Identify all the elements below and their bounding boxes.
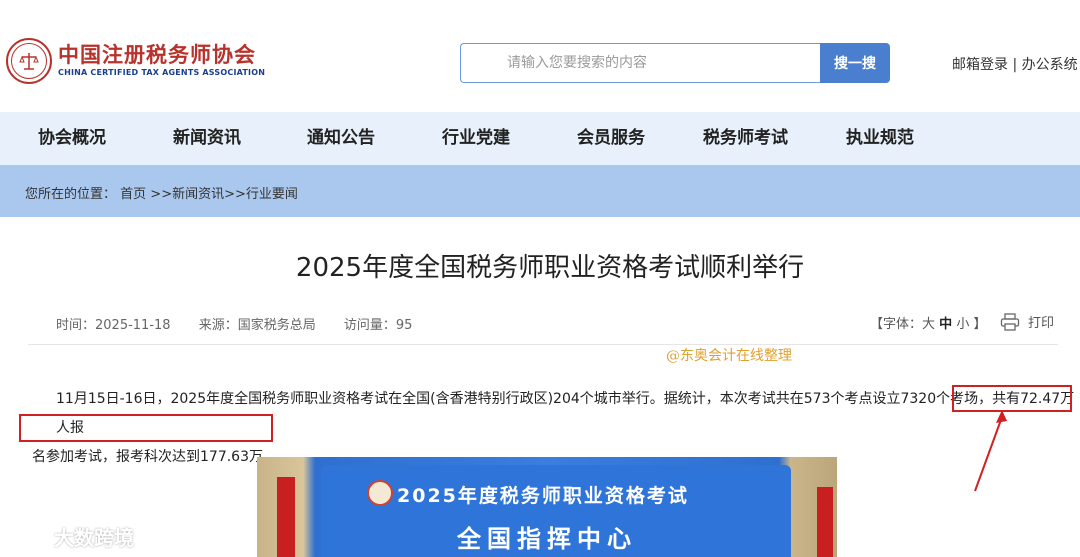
site-header: 中国注册税务师协会 CHINA CERTIFIED TAX AGENTS ASS… [0,0,1080,112]
nav-item-notices[interactable]: 通知公告 [307,112,375,165]
top-links: 邮箱登录 | 办公系统 [952,54,1078,74]
brand-logo-icon [10,528,46,545]
meta-divider [28,344,1058,345]
article-photo: 2025年度税务师职业资格考试 全国指挥中心 [257,457,837,557]
breadcrumb-prefix: 您所在的位置： [25,187,117,202]
article-title: 2025年度全国税务师职业资格考试顺利举行 [295,253,805,283]
logo-cn-text: 中国注册税务师协会 [58,43,256,67]
association-seal-icon [6,38,52,84]
article-visits: 访问量：95 [343,318,413,333]
nav-item-standards[interactable]: 执业规范 [846,112,914,165]
search-input[interactable] [460,43,820,83]
breadcrumb-bar: 您所在的位置： 首页 >>新闻资讯>>行业要闻 [0,165,1080,217]
photo-caption-line2: 全国指挥中心 [457,525,637,553]
flag-left [277,477,295,557]
nav-item-member[interactable]: 会员服务 [577,112,645,165]
brand-watermark: 大数跨境 [10,522,134,551]
search-button[interactable]: 搜一搜 [820,43,890,83]
nav-item-news[interactable]: 新闻资讯 [173,112,241,165]
photo-caption-line1: 2025年度税务师职业资格考试 [397,485,689,507]
office-system-link[interactable]: 办公系统 [1022,57,1078,73]
link-separator: | [1008,57,1022,73]
breadcrumb-separator: >> [146,187,173,202]
logo-en-text: CHINA CERTIFIED TAX AGENTS ASSOCIATION [58,68,266,77]
font-size-small[interactable]: 小 】 [956,317,986,332]
printer-icon [1000,312,1020,331]
breadcrumb-news[interactable]: 新闻资讯 [172,187,224,202]
brand-watermark-text: 大数跨境 [54,526,134,550]
article-container: 2025年度全国税务师职业资格考试顺利举行 时间：2025-11-18 来源：国… [5,217,1080,557]
main-nav: 协会概况 新闻资讯 通知公告 行业党建 会员服务 税务师考试 执业规范 [0,112,1080,165]
annotation-arrow-icon [974,410,1007,492]
nav-item-exam[interactable]: 税务师考试 [703,112,788,165]
nav-item-about[interactable]: 协会概况 [38,112,106,165]
source-note: @东奥会计在线整理 [666,348,792,364]
font-size-control: 【字体：大 中 小 】 [870,313,986,332]
article-source: 来源：国家税务总局 [198,318,316,333]
breadcrumb: 您所在的位置： 首页 >>新闻资讯>>行业要闻 [25,183,298,202]
print-button[interactable]: 打印 [1000,312,1054,331]
font-size-medium[interactable]: 中 [939,317,952,332]
highlight-box [19,414,273,442]
breadcrumb-separator: >> [224,187,246,202]
search-box: 搜一搜 [460,43,890,83]
font-size-large[interactable]: 【字体：大 [870,317,935,332]
breadcrumb-home[interactable]: 首页 [120,187,146,202]
breadcrumb-current[interactable]: 行业要闻 [246,187,298,202]
article-time: 时间：2025-11-18 [56,318,171,333]
mail-login-link[interactable]: 邮箱登录 [952,57,1008,73]
article-meta: 时间：2025-11-18 来源：国家税务总局 访问量：95 [56,314,436,333]
nav-item-party[interactable]: 行业党建 [442,112,510,165]
site-logo[interactable]: 中国注册税务师协会 CHINA CERTIFIED TAX AGENTS ASS… [6,38,265,84]
print-label: 打印 [1028,316,1055,331]
flag-right [817,487,833,557]
emblem-icon [367,480,393,506]
